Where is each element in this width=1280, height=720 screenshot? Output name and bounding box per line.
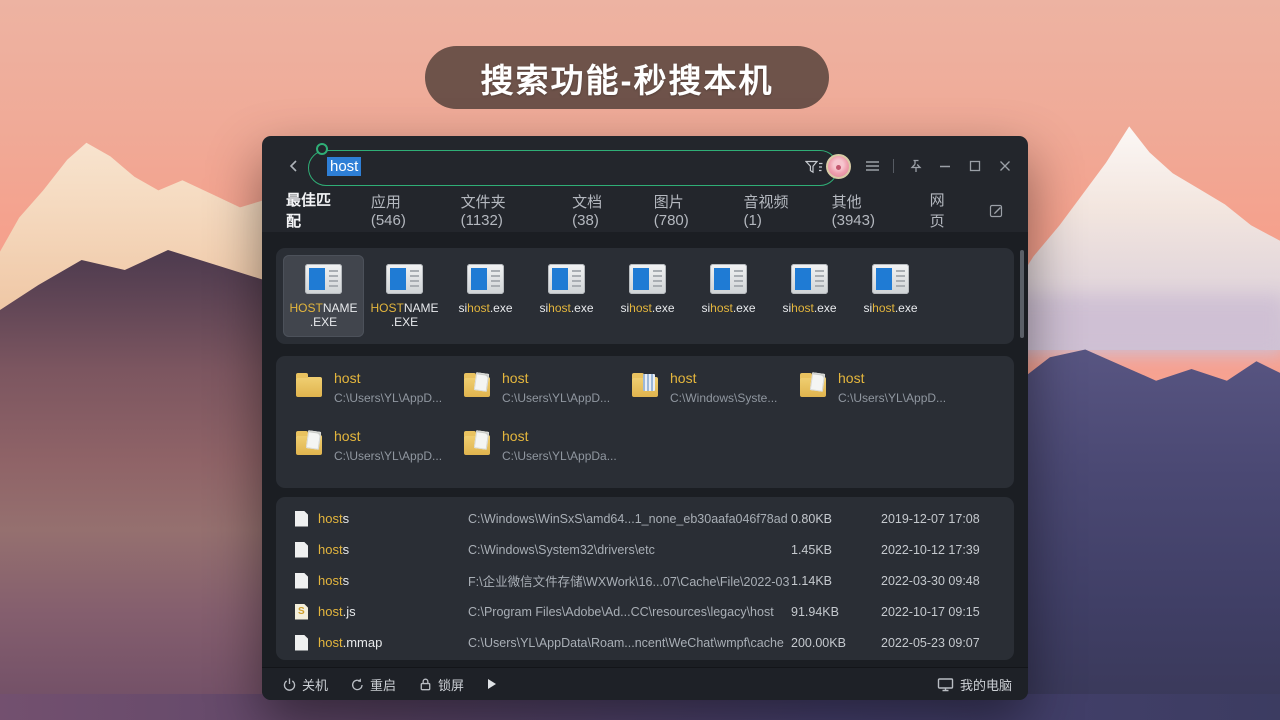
files-result-card: hosts C:\Windows\WinSxS\amd64...1_none_e… bbox=[276, 497, 1014, 660]
my-computer-button[interactable]: 我的电脑 bbox=[937, 675, 1012, 694]
exe-app-icon bbox=[467, 264, 504, 294]
folder-icon bbox=[800, 377, 826, 397]
search-query: host bbox=[327, 158, 361, 175]
back-button[interactable] bbox=[286, 158, 302, 174]
power-icon bbox=[282, 677, 297, 692]
edit-tabs-icon[interactable] bbox=[989, 203, 1004, 224]
file-result[interactable]: hosts C:\Windows\WinSxS\amd64...1_none_e… bbox=[295, 503, 996, 534]
exe-app-icon bbox=[710, 264, 747, 294]
exe-app-icon bbox=[629, 264, 666, 294]
search-icon bbox=[316, 143, 328, 155]
file-icon bbox=[295, 511, 308, 527]
lock-icon bbox=[418, 677, 433, 692]
wallpaper-fog bbox=[985, 295, 1280, 355]
file-result[interactable]: hosts C:\Windows\System32\drivers\etc 1.… bbox=[295, 534, 996, 565]
folder-icon bbox=[464, 377, 490, 397]
exe-app-icon bbox=[872, 264, 909, 294]
folder-icon bbox=[296, 377, 322, 397]
folder-result[interactable]: hostC:\Users\YL\AppD... bbox=[800, 370, 968, 428]
file-icon bbox=[295, 635, 308, 651]
user-avatar[interactable] bbox=[826, 154, 851, 179]
minimize-button[interactable] bbox=[936, 157, 954, 175]
filter-icon[interactable] bbox=[805, 160, 824, 175]
file-result[interactable]: hosts F:\企业微信文件存储\WXWork\16...07\Cache\F… bbox=[295, 565, 996, 596]
exe-app-icon bbox=[791, 264, 828, 294]
file-icon bbox=[295, 604, 308, 620]
menu-icon[interactable] bbox=[863, 157, 881, 175]
exe-app-icon bbox=[305, 264, 342, 294]
exe-app-icon bbox=[386, 264, 423, 294]
app-result[interactable]: HOSTNAME.EXE bbox=[283, 255, 364, 337]
file-icon bbox=[295, 573, 308, 589]
page-title-text: 搜索功能-秒搜本机 bbox=[481, 54, 774, 102]
close-button[interactable] bbox=[996, 157, 1014, 175]
folder-result[interactable]: hostC:\Users\YL\AppD... bbox=[464, 370, 632, 428]
lock-screen-button[interactable]: 锁屏 bbox=[418, 675, 464, 694]
app-result[interactable]: HOSTNAME.EXE bbox=[364, 255, 445, 337]
desktop: 搜索功能-秒搜本机 host bbox=[0, 0, 1280, 720]
shutdown-button[interactable]: 关机 bbox=[282, 675, 328, 694]
scrollbar[interactable] bbox=[1020, 250, 1024, 338]
result-tabs: 最佳匹配 应用(546) 文件夹(1132) 文档(38) 图片(780) 音视… bbox=[286, 194, 1004, 232]
pin-icon[interactable] bbox=[906, 157, 924, 175]
apps-result-card: HOSTNAME.EXE HOSTNAME.EXE sihost.exe sih… bbox=[276, 248, 1014, 344]
computer-icon bbox=[937, 677, 954, 692]
app-result[interactable]: sihost.exe bbox=[445, 255, 526, 337]
search-input[interactable]: host bbox=[308, 150, 838, 186]
results-area: HOSTNAME.EXE HOSTNAME.EXE sihost.exe sih… bbox=[262, 232, 1028, 667]
expand-arrow-icon[interactable] bbox=[488, 679, 496, 689]
folder-result[interactable]: hostC:\Users\YL\AppD... bbox=[296, 428, 464, 486]
exe-app-icon bbox=[548, 264, 585, 294]
folders-result-card: hostC:\Users\YL\AppD... hostC:\Users\YL\… bbox=[276, 356, 1014, 488]
footer-bar: 关机 重启 锁屏 bbox=[262, 667, 1028, 700]
app-result[interactable]: sihost.exe bbox=[769, 255, 850, 337]
restart-button[interactable]: 重启 bbox=[350, 675, 396, 694]
file-icon bbox=[295, 542, 308, 558]
app-result[interactable]: sihost.exe bbox=[526, 255, 607, 337]
folder-icon bbox=[632, 377, 658, 397]
search-window: host bbox=[262, 136, 1028, 700]
app-result[interactable]: sihost.exe bbox=[688, 255, 769, 337]
folder-icon bbox=[464, 435, 490, 455]
folder-result[interactable]: hostC:\Users\YL\AppD... bbox=[296, 370, 464, 428]
maximize-button[interactable] bbox=[966, 157, 984, 175]
folder-result[interactable]: hostC:\Windows\Syste... bbox=[632, 370, 800, 428]
page-title: 搜索功能-秒搜本机 bbox=[425, 46, 829, 109]
folder-icon bbox=[296, 435, 322, 455]
divider bbox=[893, 159, 894, 173]
app-result[interactable]: sihost.exe bbox=[607, 255, 688, 337]
selected-query-text: host bbox=[327, 157, 361, 176]
wallpaper-hills-right bbox=[985, 330, 1280, 720]
restart-icon bbox=[350, 677, 365, 692]
folder-result[interactable]: hostC:\Users\YL\AppDa... bbox=[464, 428, 632, 486]
file-result[interactable]: host.js C:\Program Files\Adobe\Ad...CC\r… bbox=[295, 596, 996, 627]
file-result[interactable]: host.mmap C:\Users\YL\AppData\Roam...nce… bbox=[295, 627, 996, 658]
app-result[interactable]: sihost.exe bbox=[850, 255, 931, 337]
